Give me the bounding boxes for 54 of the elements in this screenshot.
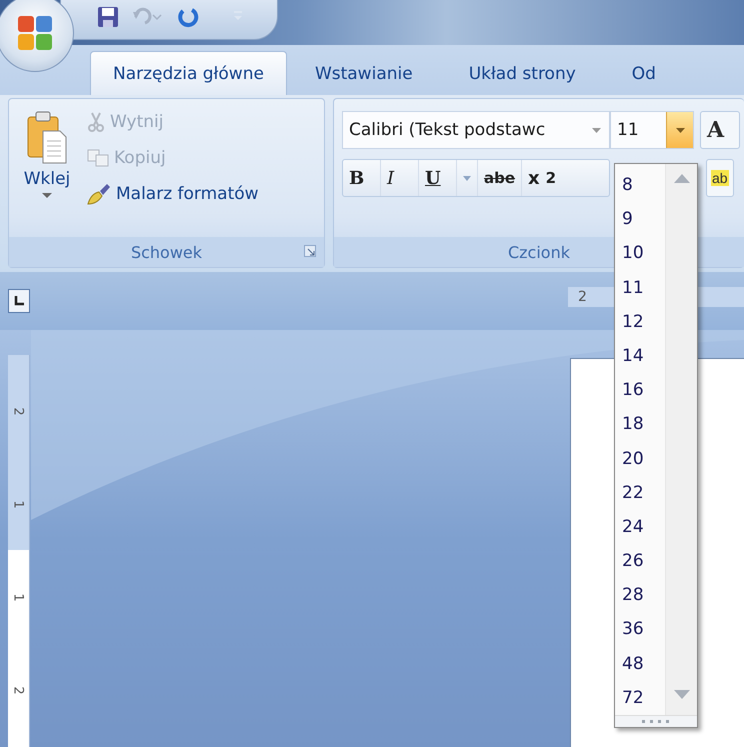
dropdown-arrow-icon	[42, 193, 52, 198]
dropdown-arrow-icon[interactable]	[463, 176, 471, 180]
clipboard-icon	[27, 111, 67, 165]
scroll-down-icon[interactable]	[674, 690, 690, 699]
scroll-bar[interactable]	[665, 164, 697, 715]
ruler-number: 1	[11, 593, 26, 602]
office-logo-icon	[16, 14, 54, 52]
ruler-number: 2	[11, 686, 26, 695]
dropdown-arrow-icon	[592, 128, 601, 132]
font-name-combobox[interactable]: Calibri (Tekst podstawc	[342, 111, 610, 149]
font-size-option[interactable]: 36	[615, 612, 665, 647]
scissors-icon	[87, 112, 105, 132]
resize-grip-icon[interactable]	[642, 720, 670, 723]
redo-icon[interactable]	[177, 6, 199, 28]
font-size-option[interactable]: 20	[615, 442, 665, 476]
group-label: Schowek	[130, 242, 202, 262]
scroll-up-icon[interactable]	[674, 174, 690, 183]
undo-icon[interactable]	[133, 7, 163, 27]
dropdown-arrow-icon[interactable]	[676, 128, 684, 132]
group-label: Czcionk	[508, 242, 570, 262]
dialog-launcher-icon[interactable]	[304, 245, 316, 257]
font-size-option[interactable]: 26	[615, 544, 665, 578]
highlight-button[interactable]: ab	[706, 159, 734, 197]
font-size-option[interactable]: 12	[615, 304, 665, 339]
copy-icon	[87, 149, 109, 167]
tab-stop-button[interactable]	[8, 289, 30, 313]
ruler-number: 1	[11, 500, 26, 509]
paintbrush-icon	[87, 183, 111, 205]
font-size-option[interactable]: 8	[615, 168, 665, 202]
ribbon-tab[interactable]: Układ strony	[440, 51, 604, 95]
font-size-option[interactable]: 14	[615, 338, 665, 374]
font-size-option[interactable]: 18	[615, 407, 665, 442]
italic-button[interactable]: I	[381, 160, 419, 196]
bold-button[interactable]: B	[343, 160, 381, 196]
font-size-option[interactable]: 22	[615, 476, 665, 510]
font-size-option[interactable]: 16	[615, 373, 665, 408]
font-size-option[interactable]: 48	[615, 646, 665, 681]
ribbon-tab[interactable]: Od	[604, 51, 684, 95]
format-painter-button[interactable]: Malarz formatów	[85, 177, 261, 211]
font-size-option[interactable]: 9	[615, 202, 665, 236]
left-tab-icon	[14, 296, 24, 306]
strikethrough-button[interactable]: abe	[478, 160, 522, 196]
font-size-option[interactable]: 28	[615, 578, 665, 612]
ribbon-tab[interactable]: Narzędzia główne	[90, 51, 287, 95]
font-size-option[interactable]: 10	[615, 236, 665, 271]
grow-font-button[interactable]: A	[700, 111, 740, 149]
ruler-number: 2	[11, 407, 26, 416]
font-size-combobox[interactable]: 11	[610, 111, 694, 149]
underline-button[interactable]: U	[419, 160, 457, 196]
save-icon[interactable]	[97, 6, 119, 28]
paste-button[interactable]: Wklej	[9, 99, 85, 237]
font-size-option[interactable]: 24	[615, 510, 665, 544]
ribbon-tab[interactable]: Wstawianie	[286, 51, 441, 95]
font-size-option[interactable]: 72	[615, 680, 665, 715]
